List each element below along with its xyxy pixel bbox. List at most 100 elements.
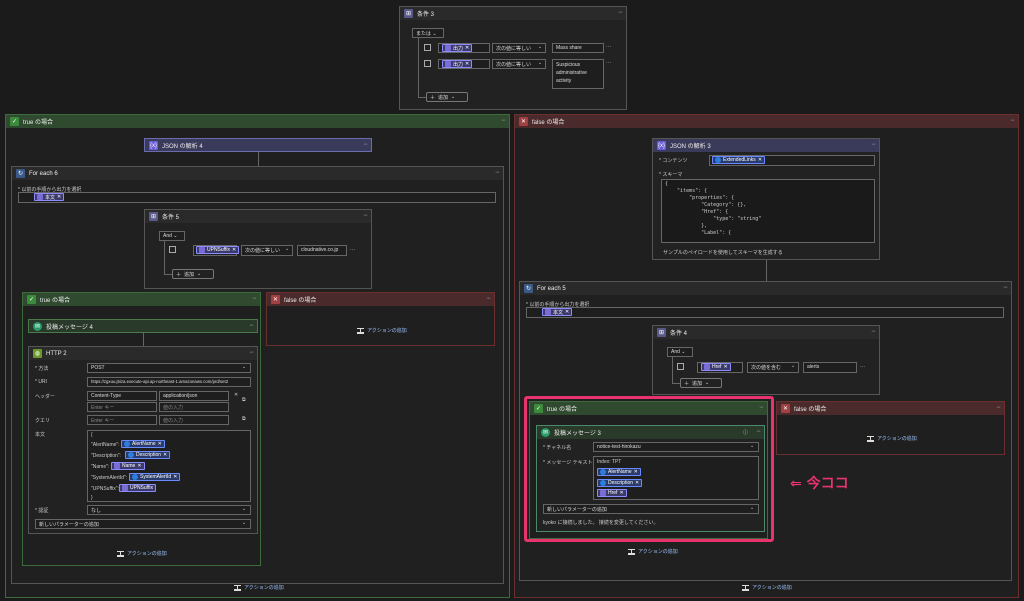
- row2-value[interactable]: Suspicious administrative activity: [552, 59, 604, 89]
- add-action-link[interactable]: アクションの追加: [234, 584, 284, 591]
- condition-4-header[interactable]: ⊞ 条件 4: [653, 326, 879, 339]
- row-value[interactable]: cloudnative.co.jp: [297, 245, 347, 256]
- more-icon[interactable]: ···: [486, 295, 491, 302]
- parse-json-3[interactable]: {x} JSON の解析 3 ··· * コンテンツ ExtendedLinks ✕…: [652, 138, 880, 260]
- upnsuffix-token[interactable]: UPNSuffix ✕: [196, 246, 240, 254]
- more-icon[interactable]: ···: [249, 349, 254, 356]
- select-output-field[interactable]: [526, 307, 1004, 318]
- more-icon[interactable]: ···: [501, 117, 506, 124]
- for-each-5-header[interactable]: ↻ For each 5: [520, 282, 1011, 295]
- description-token[interactable]: Description ✕: [125, 451, 171, 459]
- header-value[interactable]: application/json: [159, 391, 229, 401]
- condition-5-card[interactable]: ⊞ 条件 5 ··· And ⌄ UPNSuffix ✕ 次の値に等しい ⌄ clo…: [144, 209, 372, 289]
- switch-mode-icon[interactable]: ⧉: [242, 397, 246, 403]
- true-5-header[interactable]: ✓ true の場合: [23, 293, 260, 306]
- logic-select[interactable]: And ⌄: [667, 347, 693, 357]
- auth-select[interactable]: なし: [87, 505, 251, 515]
- more-icon[interactable]: ···: [1010, 117, 1015, 124]
- remove-icon[interactable]: ✕: [758, 157, 762, 163]
- switch-mode-icon[interactable]: ⧉: [242, 416, 246, 422]
- remove-icon[interactable]: ✕: [232, 247, 236, 253]
- row2-checkbox[interactable]: [424, 60, 431, 67]
- token-icon: [545, 309, 551, 315]
- body-token[interactable]: 本文 ✕: [34, 193, 65, 201]
- remove-icon[interactable]: ✕: [137, 463, 141, 469]
- more-icon[interactable]: ···: [252, 295, 257, 302]
- remove-icon[interactable]: ✕: [158, 441, 162, 447]
- remove-icon[interactable]: ✕: [465, 61, 469, 67]
- systemalertid-token[interactable]: SystemAlertId ✕: [129, 473, 181, 481]
- row-more-icon[interactable]: ···: [860, 364, 865, 370]
- delete-icon[interactable]: ✕: [234, 392, 238, 398]
- add-action-link[interactable]: アクションの追加: [742, 584, 792, 591]
- row1-token[interactable]: 出力 ✕: [442, 44, 473, 52]
- query-key[interactable]: Enter キー: [87, 415, 157, 425]
- parse-json-4-header[interactable]: {x} JSON の解析 4: [145, 139, 371, 152]
- row1-checkbox[interactable]: [424, 44, 431, 51]
- more-icon[interactable]: ···: [495, 169, 500, 176]
- add-action-link[interactable]: アクションの追加: [867, 435, 917, 442]
- add-button[interactable]: ＋追加 ⌄: [426, 92, 468, 102]
- header-key-new[interactable]: Enter キー: [87, 402, 157, 412]
- header-value-new[interactable]: 値の入力: [159, 402, 229, 412]
- parse-json-4[interactable]: {x} JSON の解析 4 ···: [144, 138, 372, 152]
- parse-json-3-header[interactable]: {x} JSON の解析 3: [653, 139, 879, 152]
- true-branch-header[interactable]: ✓ true の場合: [6, 115, 509, 128]
- uri-input[interactable]: https://zgxuu.j5iza.execute-api.ap-north…: [87, 377, 251, 387]
- row-more-icon[interactable]: ···: [350, 247, 355, 253]
- remove-icon[interactable]: ✕: [173, 474, 177, 480]
- condition-5-header[interactable]: ⊞ 条件 5: [145, 210, 371, 223]
- row2-token[interactable]: 出力 ✕: [442, 60, 473, 68]
- add-action-link[interactable]: アクションの追加: [357, 327, 407, 334]
- false-branch-header[interactable]: ✕ false の場合: [515, 115, 1018, 128]
- false-5-header[interactable]: ✕ false の場合: [267, 293, 494, 306]
- row-checkbox[interactable]: [677, 363, 684, 370]
- row1-value[interactable]: Mass share: [552, 43, 604, 53]
- post-message-4-header[interactable]: ✉ 投稿メッセージ 4: [29, 320, 257, 333]
- row-value[interactable]: alerts: [803, 362, 857, 373]
- remove-icon[interactable]: ✕: [57, 194, 61, 200]
- false-4-header[interactable]: ✕ false の場合: [777, 402, 1004, 415]
- more-icon[interactable]: ···: [996, 404, 1001, 411]
- alertname-token[interactable]: AlertName ✕: [121, 440, 165, 448]
- condition-4-card[interactable]: ⊞ 条件 4 ··· And ⌄ Href ✕ 次の値を含む ⌄ alerts ··…: [652, 325, 880, 395]
- header-key-placeholder: Enter キー: [91, 405, 115, 411]
- more-icon[interactable]: ···: [618, 9, 623, 16]
- http-2-header[interactable]: ◍ HTTP 2: [29, 347, 257, 360]
- generate-schema-link[interactable]: サンプルのペイロードを使用してスキーマを生成する: [663, 249, 783, 256]
- row-more-icon[interactable]: ···: [606, 44, 611, 50]
- remove-icon[interactable]: ✕: [465, 45, 469, 51]
- select-output-field[interactable]: [18, 192, 496, 203]
- name-token[interactable]: Name ✕: [111, 462, 145, 470]
- condition-3-header[interactable]: ⊞ 条件 3: [400, 7, 626, 20]
- more-icon[interactable]: ···: [363, 141, 368, 148]
- new-parameter-select[interactable]: 新しいパラメーターの追加: [35, 519, 251, 529]
- more-icon[interactable]: ···: [249, 322, 254, 329]
- http-2-card[interactable]: ◍ HTTP 2 ··· * 方法 POST ⌄ * URI https://zg…: [28, 346, 258, 534]
- upnsuffix-token[interactable]: UPNSuffix: [119, 484, 156, 492]
- more-icon[interactable]: ···: [871, 141, 876, 148]
- post-message-4[interactable]: ✉ 投稿メッセージ 4 ···: [28, 319, 258, 333]
- logic-select[interactable]: And ⌄: [159, 231, 185, 241]
- add-button[interactable]: ＋追加 ⌄: [680, 378, 722, 388]
- extendedlinks-token[interactable]: ExtendedLinks ✕: [712, 156, 766, 164]
- logic-select[interactable]: または ⌄: [412, 28, 444, 38]
- add-action-link[interactable]: アクションの追加: [628, 548, 678, 555]
- body-token[interactable]: 本文 ✕: [542, 308, 573, 316]
- more-icon[interactable]: ···: [871, 328, 876, 335]
- header-key[interactable]: Content-Type: [87, 391, 157, 401]
- row-more-icon[interactable]: ···: [606, 60, 611, 66]
- add-button[interactable]: ＋追加 ⌄: [172, 269, 214, 279]
- add-action-link[interactable]: アクションの追加: [117, 550, 167, 557]
- more-icon[interactable]: ···: [363, 212, 368, 219]
- condition-3-card[interactable]: ⊞ 条件 3 ··· または ⌄ 出力 ✕ 次の値に等しい ⌄ Mass share…: [399, 6, 627, 110]
- more-icon[interactable]: ···: [1003, 284, 1008, 291]
- query-value[interactable]: 値の入力: [159, 415, 229, 425]
- remove-icon[interactable]: ✕: [723, 364, 727, 370]
- remove-icon[interactable]: ✕: [565, 309, 569, 315]
- row-checkbox[interactable]: [169, 246, 176, 253]
- href-token[interactable]: Href ✕: [701, 363, 731, 371]
- for-each-6-header[interactable]: ↻ For each 6: [12, 167, 503, 180]
- method-select[interactable]: POST: [87, 363, 251, 373]
- remove-icon[interactable]: ✕: [163, 452, 167, 458]
